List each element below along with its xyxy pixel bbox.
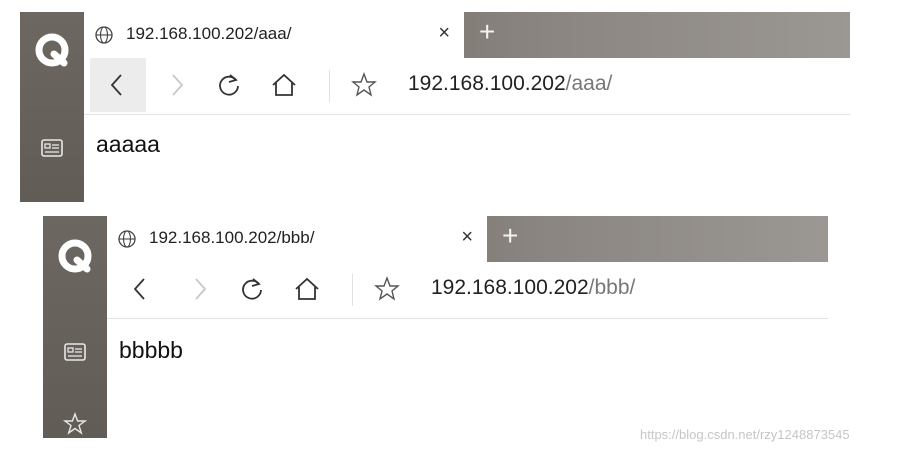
favorites-star-icon[interactable]	[63, 412, 87, 436]
close-icon[interactable]: ×	[461, 226, 473, 249]
navigation-bar: 192.168.100.202/aaa/	[84, 58, 850, 115]
page-content: aaaaa	[84, 115, 850, 202]
forward-arrow-icon[interactable]	[162, 71, 190, 99]
page-content: bbbbb	[107, 319, 828, 438]
new-tab-icon[interactable]: +	[479, 16, 495, 48]
sidebar	[20, 12, 84, 202]
address-bar[interactable]: 192.168.100.202/aaa/	[408, 72, 612, 96]
new-tab-icon[interactable]: +	[502, 220, 518, 252]
tab-title: 192.168.100.202/aaa/	[126, 24, 292, 43]
browser-window-bbb: 192.168.100.202/bbb/ × + 192.168.100.202…	[43, 216, 828, 438]
navigation-bar: 192.168.100.202/bbb/	[107, 262, 828, 319]
back-arrow-icon[interactable]	[127, 275, 155, 303]
globe-icon	[118, 230, 136, 248]
back-button[interactable]	[90, 58, 146, 112]
reload-icon[interactable]	[239, 275, 267, 303]
browser-logo-icon[interactable]	[34, 32, 70, 68]
toolbar-divider	[352, 274, 353, 306]
back-arrow-icon	[110, 74, 122, 96]
page-body-text: aaaaa	[96, 131, 160, 157]
watermark-text: https://blog.csdn.net/rzy1248873545	[640, 427, 850, 442]
sidebar	[43, 216, 107, 438]
url-path: /aaa/	[565, 72, 613, 95]
tab-title: 192.168.100.202/bbb/	[149, 228, 315, 247]
toolbar-divider	[329, 70, 330, 102]
browser-window-aaa: 192.168.100.202/aaa/ × + 192.168.100.202…	[20, 12, 850, 202]
tab-active[interactable]: 192.168.100.202/aaa/ ×	[84, 12, 464, 58]
bookmark-star-icon[interactable]	[350, 71, 378, 99]
tab-active[interactable]: 192.168.100.202/bbb/ ×	[107, 216, 487, 262]
bookmark-star-icon[interactable]	[373, 275, 401, 303]
close-icon[interactable]: ×	[438, 22, 450, 45]
reader-card-icon[interactable]	[63, 340, 87, 364]
reload-icon[interactable]	[216, 71, 244, 99]
home-icon[interactable]	[293, 275, 321, 303]
forward-arrow-icon[interactable]	[185, 275, 213, 303]
address-bar[interactable]: 192.168.100.202/bbb/	[431, 276, 635, 300]
tab-strip: 192.168.100.202/bbb/ × +	[107, 216, 828, 262]
home-icon[interactable]	[270, 71, 298, 99]
url-host: 192.168.100.202	[431, 276, 589, 299]
page-body-text: bbbbb	[119, 337, 183, 363]
tab-strip: 192.168.100.202/aaa/ × +	[84, 12, 850, 58]
url-path: /bbb/	[588, 276, 636, 299]
globe-icon	[95, 26, 113, 44]
reader-card-icon[interactable]	[40, 136, 64, 160]
browser-logo-icon[interactable]	[57, 238, 93, 274]
url-host: 192.168.100.202	[408, 72, 566, 95]
